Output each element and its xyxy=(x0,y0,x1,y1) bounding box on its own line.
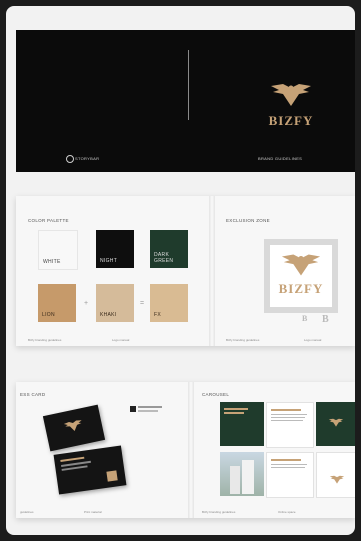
eagle-icon xyxy=(63,420,82,431)
plus-sign: + xyxy=(84,300,89,307)
slide-text-line xyxy=(271,464,307,466)
guidelines-label: BRAND GUIDELINES xyxy=(258,156,303,161)
swatch-dark-green: DARK GREEN xyxy=(150,230,188,268)
cards-spread: ESS CARD guidelines Print material CAROU… xyxy=(16,382,355,518)
carousel-footer-right: Online space xyxy=(278,510,296,514)
card-spec-line xyxy=(138,406,162,408)
swatch-label: FX xyxy=(154,312,161,318)
studio-logo-icon xyxy=(66,155,74,163)
cover-meta: STORYBAR BRAND GUIDELINES xyxy=(16,30,355,172)
studio-name: STORYBAR xyxy=(75,156,100,161)
building-shape xyxy=(242,460,254,494)
swatch-night: NIGHT xyxy=(96,230,134,268)
swatch-label: KHAKI xyxy=(100,312,117,318)
exclusion-zone-box: BIZFY xyxy=(264,239,338,313)
carousel-photo-slide xyxy=(220,452,264,496)
qr-code-icon xyxy=(106,470,118,482)
card-spec-line xyxy=(138,410,158,412)
slide-heading-line xyxy=(271,409,301,411)
swatch-label: DARK GREEN xyxy=(154,252,174,264)
cards-footer-right: Print material xyxy=(84,510,102,514)
eagle-icon xyxy=(281,254,321,276)
cards-footer-left: guidelines xyxy=(20,510,34,514)
palette-fold xyxy=(209,196,215,346)
business-card-front xyxy=(42,404,106,452)
carousel-slide-5 xyxy=(266,452,314,498)
carousel-title: CAROUSEL xyxy=(202,392,230,397)
slide-text-line xyxy=(271,414,307,416)
slide-text-line xyxy=(271,417,305,419)
palette-footer-right: Logo manual xyxy=(112,338,130,342)
slide-text-line xyxy=(271,420,303,422)
exclusion-footer-left: Bizfy branding guidelines xyxy=(226,338,260,342)
exclusion-title: EXCLUSION ZONE xyxy=(226,218,270,223)
business-card-back xyxy=(53,445,127,495)
ratio-mark-b: B xyxy=(322,314,329,325)
swatch-label: NIGHT xyxy=(100,258,118,264)
swatch-lion: LION xyxy=(38,284,76,322)
carousel-slide-2 xyxy=(266,402,314,448)
swatch-label: WHITE xyxy=(43,259,61,265)
equals-sign: = xyxy=(140,300,145,307)
palette-footer-left: Bizfy branding guidelines xyxy=(28,338,62,342)
slide-heading-line xyxy=(224,412,244,414)
slide-text-line xyxy=(271,467,305,469)
swatch-khaki: KHAKI xyxy=(96,284,134,322)
building-shape xyxy=(230,466,240,494)
ratio-mark-a: B xyxy=(302,314,308,323)
cards-title: ESS CARD xyxy=(20,392,46,397)
card-info-line xyxy=(61,465,88,471)
slide-heading-line xyxy=(224,408,248,410)
swatch-label: LION xyxy=(42,312,55,318)
eagle-icon xyxy=(328,418,344,427)
carousel-slide-6 xyxy=(316,452,355,498)
cards-fold xyxy=(188,382,194,518)
exclusion-wordmark: BIZFY xyxy=(278,281,324,296)
screenshot-frame: BIZFY STORYBAR BRAND GUIDELINES COLOR PA… xyxy=(6,6,355,535)
carousel-footer-left: Bizfy branding guidelines xyxy=(202,510,236,514)
carousel-slide-3 xyxy=(316,402,355,446)
eagle-icon xyxy=(329,475,345,484)
slide-heading-line xyxy=(271,459,301,461)
palette-title: COLOR PALETTE xyxy=(28,218,69,223)
card-spec-swatch xyxy=(130,406,136,412)
carousel-slide-1 xyxy=(220,402,264,446)
swatch-white: WHITE xyxy=(38,230,78,270)
swatch-fx: FX xyxy=(150,284,188,322)
exclusion-footer-right: Logo manual xyxy=(304,338,322,342)
